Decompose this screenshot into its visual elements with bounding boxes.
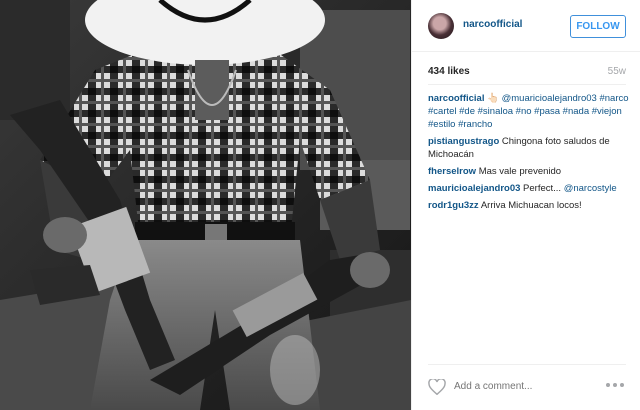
comment-text: Arriva Michuacan locos! (480, 200, 582, 211)
post-header: narcoofficial FOLLOW (412, 0, 640, 52)
post-photo[interactable] (0, 0, 411, 410)
comment-footer (428, 364, 626, 410)
comment-text: Mas vale prevenido (478, 166, 562, 177)
caption: narcoofficial 👆🏻 @muaricioalejandro03 #n… (428, 92, 630, 131)
comment-username[interactable]: fherselrow (428, 166, 476, 177)
post-username[interactable]: narcoofficial (463, 19, 522, 30)
photo-image (0, 0, 411, 410)
post-age[interactable]: 55w (608, 66, 626, 77)
comment-mention[interactable]: @narcostyle (564, 183, 617, 194)
comments-list: narcoofficial 👆🏻 @muaricioalejandro03 #n… (428, 92, 630, 216)
likes-row: 434 likes 55w (428, 66, 626, 82)
comment-item: fherselrow Mas vale prevenido (428, 165, 630, 178)
post-details-panel: narcoofficial FOLLOW 434 likes 55w narco… (411, 0, 640, 410)
comment-username[interactable]: mauricioalejandro03 (428, 183, 520, 194)
divider (428, 84, 626, 85)
caption-username[interactable]: narcoofficial (428, 93, 485, 104)
avatar[interactable] (428, 13, 454, 39)
caption-mention[interactable]: @muaricioalejandro03 (502, 93, 597, 104)
comment-username[interactable]: pistiangustrago (428, 136, 499, 147)
comment-item: rodr1gu3zz Arriva Michuacan locos! (428, 199, 630, 212)
comment-text: Perfect... (523, 183, 562, 194)
add-comment-input[interactable] (454, 381, 594, 392)
comment-item: pistiangustrago Chingona foto saludos de… (428, 135, 630, 161)
comment-item: mauricioalejandro03 Perfect... @narcosty… (428, 182, 630, 195)
follow-button[interactable]: FOLLOW (570, 15, 626, 38)
more-options-icon[interactable] (606, 383, 624, 389)
heart-icon[interactable] (428, 378, 446, 400)
comment-username[interactable]: rodr1gu3zz (428, 200, 479, 211)
likes-count[interactable]: 434 likes (428, 66, 470, 77)
caption-emoji: 👆🏻 (487, 93, 499, 104)
